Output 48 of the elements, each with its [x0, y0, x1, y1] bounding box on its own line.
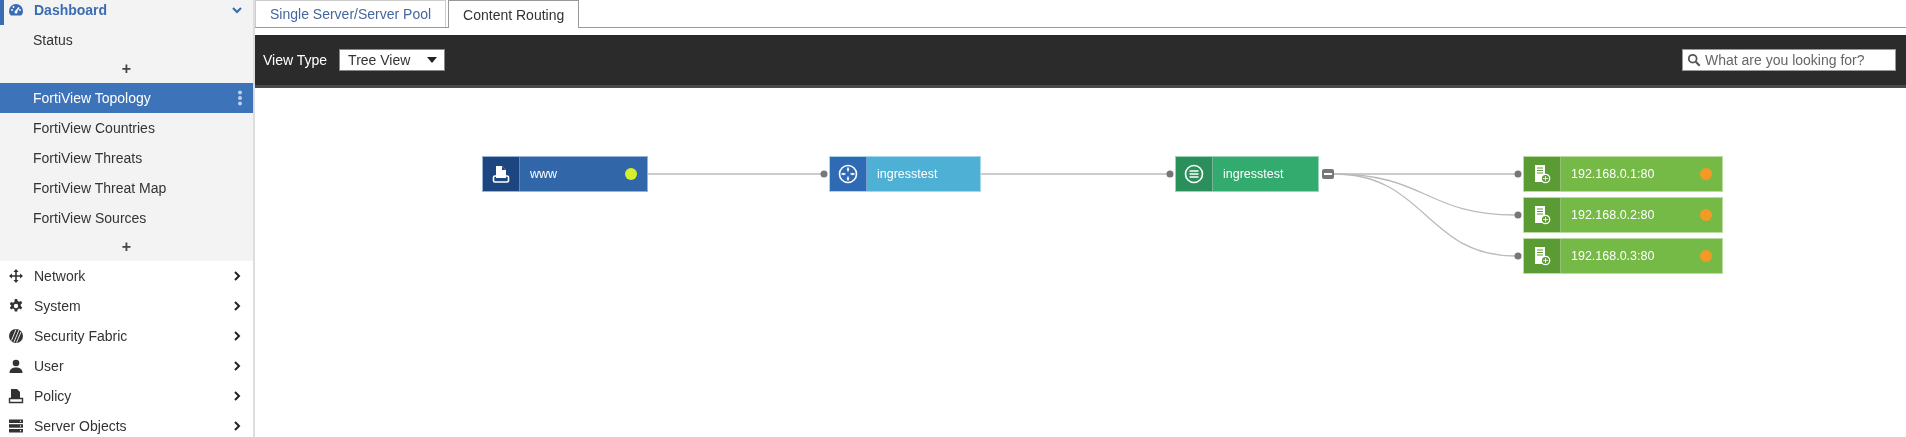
tab[interactable]: Content Routing	[448, 0, 580, 28]
sidebar-group[interactable]: Dashboard	[0, 0, 253, 25]
chevron-down-icon	[231, 4, 243, 16]
arrows-circle-icon	[837, 163, 859, 185]
document-icon	[8, 388, 24, 404]
search-icon	[1687, 53, 1701, 67]
sidebar-item[interactable]: FortiView Threat Map	[0, 173, 253, 203]
sidebar-item[interactable]: FortiView Topology	[0, 83, 253, 113]
sidebar-item[interactable]: Status	[0, 25, 253, 55]
gear-icon	[8, 298, 24, 314]
chevron-right-icon	[231, 270, 243, 282]
node-label: 192.168.0.2:80	[1570, 207, 1656, 224]
sidebar-item[interactable]: FortiView Countries	[0, 113, 253, 143]
add-widget-button[interactable]: +	[0, 55, 253, 83]
topology-node[interactable]: www	[482, 156, 648, 192]
chevron-right-icon	[231, 300, 243, 312]
striped-circle-icon	[8, 328, 24, 344]
sidebar-group[interactable]: Security Fabric	[0, 321, 253, 351]
sidebar-item[interactable]: FortiView Threats	[0, 143, 253, 173]
gauge-icon	[8, 2, 24, 18]
sidebar-group[interactable]: System	[0, 291, 253, 321]
node-label: 192.168.0.1:80	[1570, 166, 1656, 183]
node-label: ingresstest	[876, 166, 939, 183]
view-type-label: View Type	[263, 52, 328, 68]
document-tray-icon	[490, 163, 512, 185]
search-field[interactable]: What are you looking for?	[1682, 49, 1896, 71]
chevron-right-icon	[231, 330, 243, 342]
server-stack-icon	[8, 418, 24, 434]
sidebar-group[interactable]: Server Objects	[0, 411, 253, 437]
move-arrows-icon	[8, 268, 24, 284]
list-circle-icon	[1183, 163, 1205, 185]
user-icon	[8, 358, 24, 374]
chevron-right-icon	[231, 390, 243, 402]
chevron-right-icon	[231, 360, 243, 372]
sidebar-group[interactable]: Network	[0, 261, 253, 291]
more-options-icon	[237, 90, 243, 106]
dropdown-caret-icon	[426, 55, 439, 65]
node-label: www	[529, 166, 559, 183]
view-type-dropdown[interactable]: Tree View	[339, 49, 446, 71]
sidebar-group[interactable]: User	[0, 351, 253, 381]
node-label: 192.168.0.3:80	[1570, 248, 1656, 265]
chevron-right-icon	[231, 420, 243, 432]
add-widget-button[interactable]: +	[0, 233, 253, 261]
tab[interactable]: Single Server/Server Pool	[255, 0, 447, 27]
sidebar-item[interactable]: FortiView Sources	[0, 203, 253, 233]
sidebar-group[interactable]: Policy	[0, 381, 253, 411]
collapse-button[interactable]	[1322, 169, 1334, 179]
node-label: ingresstest	[1222, 166, 1285, 183]
